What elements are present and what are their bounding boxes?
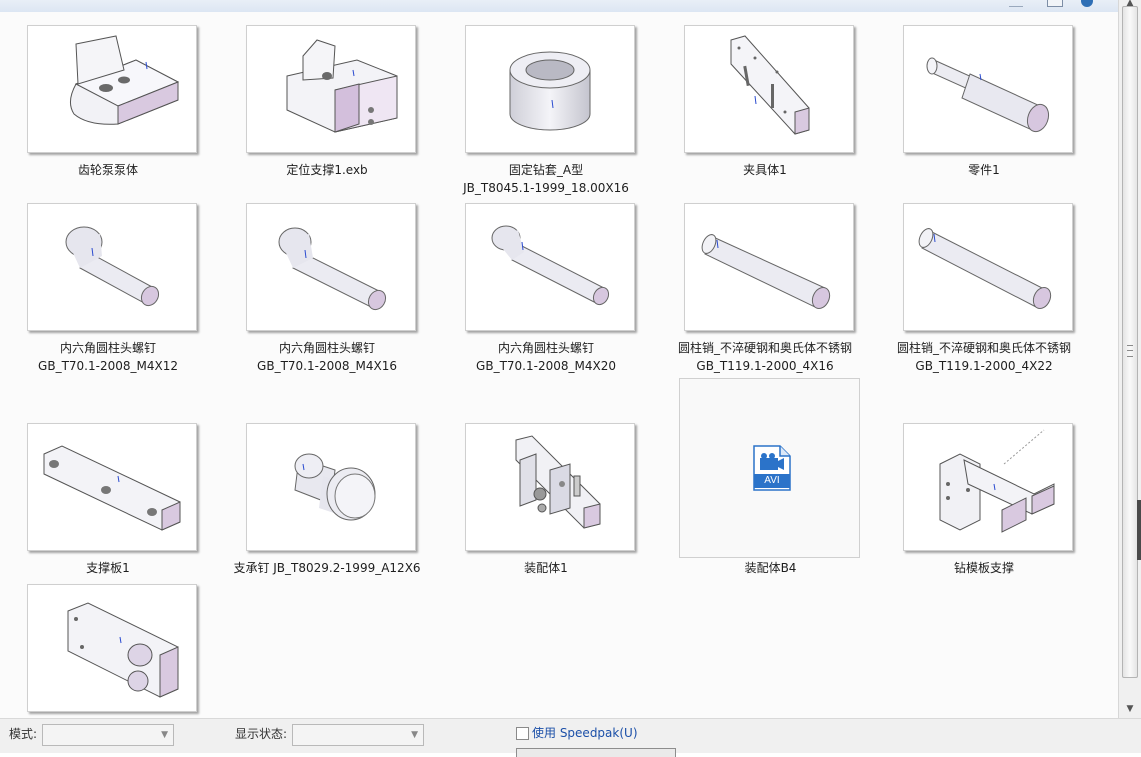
file-item[interactable]: 固定钻套_A型 JB_T8045.1-1999_18.00X16	[438, 12, 654, 195]
file-item[interactable]: 齿轮泵泵体	[0, 12, 216, 192]
file-name: 固定钻套_A型	[508, 163, 584, 177]
part-thumbnail	[246, 25, 416, 153]
file-name: 齿轮泵泵体	[77, 163, 138, 177]
part-thumbnail	[903, 203, 1073, 331]
mode-dropdown[interactable]: ▼	[42, 724, 174, 746]
file-thumbnail-grid: 齿轮泵泵体 定位支撑1.exb 固定钻套_A型 JB_T8045.1-1999_…	[0, 12, 1118, 718]
speedpak-checkbox[interactable]	[516, 727, 529, 740]
file-item[interactable]: 零件1	[876, 12, 1092, 192]
open-dialog-options: 模式: ▼ 显示状态: ▼ 使用 Speedpak(U)	[0, 718, 1141, 757]
file-spec: GB_T119.1-2000_4X16	[696, 359, 834, 373]
scrollbar-grip-icon	[1127, 345, 1133, 357]
file-caption: 内六角圆柱头螺钉 GB_T70.1-2008_M4X20	[438, 339, 654, 375]
file-name: 内六角圆柱头螺钉	[497, 341, 594, 355]
part-thumbnail	[684, 25, 854, 153]
file-name: 装配体B4	[744, 561, 797, 575]
file-item[interactable]: 定位支撑1.exb	[219, 12, 435, 192]
file-item[interactable]: 夹具体1	[657, 12, 873, 192]
file-name: 圆柱销_不淬硬钢和奥氏体不锈钢	[677, 341, 852, 355]
part-thumbnail	[465, 423, 635, 551]
part-thumbnail	[27, 203, 197, 331]
file-item[interactable]: 钻模板支撑	[876, 410, 1092, 590]
window-edge-marker	[1137, 500, 1141, 560]
file-item[interactable]: 圆柱销_不淬硬钢和奥氏体不锈钢 GB_T119.1-2000_4X22	[876, 190, 1092, 373]
file-name: 支承钉 JB_T8029.2-1999_A12X6	[233, 561, 421, 575]
part-thumbnail	[246, 203, 416, 331]
file-caption: 内六角圆柱头螺钉 GB_T70.1-2008_M4X16	[219, 339, 435, 375]
part-thumbnail	[27, 423, 197, 551]
file-item[interactable]: 内六角圆柱头螺钉 GB_T70.1-2008_M4X20	[438, 190, 654, 373]
file-item[interactable]: 内六角圆柱头螺钉 GB_T70.1-2008_M4X12	[0, 190, 216, 373]
file-caption: 圆柱销_不淬硬钢和奥氏体不锈钢 GB_T119.1-2000_4X22	[876, 339, 1092, 375]
scroll-down-arrow-icon[interactable]: ▼	[1125, 704, 1135, 714]
chevron-down-icon: ▼	[161, 730, 168, 740]
file-item[interactable]: 装配体1	[438, 410, 654, 590]
view-options-toolbar	[977, 0, 1118, 8]
display-state-dropdown[interactable]: ▼	[292, 724, 424, 746]
file-item[interactable]: 内六角圆柱头螺钉 GB_T70.1-2008_M4X16	[219, 190, 435, 373]
file-name: 装配体1	[524, 561, 568, 575]
file-caption: 支承钉 JB_T8029.2-1999_A12X6	[219, 559, 435, 577]
avi-badge: AVI	[764, 475, 780, 486]
file-name: 零件1	[968, 163, 1000, 177]
preview-pane-icon[interactable]	[1047, 0, 1063, 7]
file-spec: GB_T70.1-2008_M4X20	[476, 359, 616, 373]
file-name: 圆柱销_不淬硬钢和奥氏体不锈钢	[896, 341, 1071, 355]
file-item[interactable]: 支撑板1	[0, 410, 216, 590]
part-thumbnail	[684, 203, 854, 331]
file-name: 钻模板支撑	[953, 561, 1014, 575]
file-item[interactable]: 圆柱销_不淬硬钢和奥氏体不锈钢 GB_T119.1-2000_4X16	[657, 190, 873, 373]
file-spec: GB_T70.1-2008_M4X12	[38, 359, 178, 373]
file-caption: 装配体B4	[680, 559, 861, 577]
part-thumbnail	[27, 584, 197, 712]
file-caption: 齿轮泵泵体	[0, 161, 216, 179]
scrollbar-thumb[interactable]	[1122, 6, 1138, 678]
mode-label: 模式:	[9, 727, 38, 741]
file-name: 内六角圆柱头螺钉	[278, 341, 375, 355]
file-caption: 钻模板支撑	[876, 559, 1092, 577]
part-thumbnail	[465, 25, 635, 153]
chevron-down-icon: ▼	[411, 730, 418, 740]
file-name: 内六角圆柱头螺钉	[59, 341, 156, 355]
file-caption: 装配体1	[438, 559, 654, 577]
references-button[interactable]	[516, 748, 676, 757]
file-caption: 圆柱销_不淬硬钢和奥氏体不锈钢 GB_T119.1-2000_4X16	[657, 339, 873, 375]
avi-file-icon: AVI	[752, 444, 792, 492]
file-caption: 内六角圆柱头螺钉 GB_T70.1-2008_M4X12	[0, 339, 216, 375]
vertical-scrollbar[interactable]: ▲ ▼	[1118, 0, 1141, 718]
file-item[interactable]: 支承钉 JB_T8029.2-1999_A12X6	[219, 410, 435, 590]
part-thumbnail	[903, 25, 1073, 153]
file-caption: 夹具体1	[657, 161, 873, 179]
file-item-selected[interactable]: AVI 装配体B4	[679, 378, 860, 575]
file-name: 夹具体1	[743, 163, 787, 177]
speedpak-label[interactable]: 使用 Speedpak(U)	[532, 724, 638, 741]
display-state-label: 显示状态:	[235, 727, 288, 741]
file-name: 定位支撑1.exb	[286, 163, 368, 177]
file-spec: GB_T70.1-2008_M4X16	[257, 359, 397, 373]
file-caption: 零件1	[876, 161, 1092, 179]
part-thumbnail	[903, 423, 1073, 551]
file-caption: 定位支撑1.exb	[219, 161, 435, 179]
file-spec: GB_T119.1-2000_4X22	[915, 359, 1053, 373]
part-thumbnail	[465, 203, 635, 331]
view-mode-icon[interactable]	[1009, 0, 1023, 7]
file-item[interactable]	[0, 571, 216, 718]
help-icon[interactable]	[1081, 0, 1093, 7]
part-thumbnail	[27, 25, 197, 153]
part-thumbnail	[246, 423, 416, 551]
